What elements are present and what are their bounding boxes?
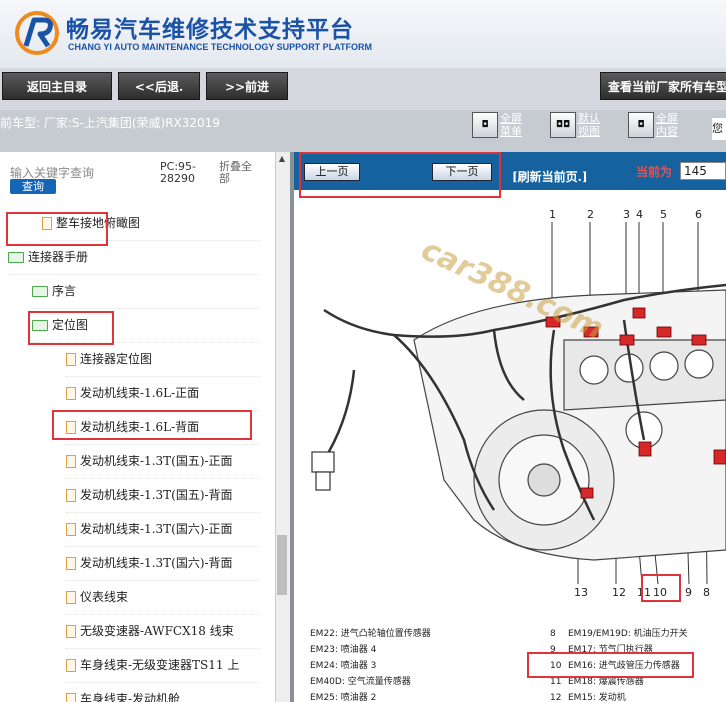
back-button[interactable]: <<后退. xyxy=(118,72,200,100)
highlight-box xyxy=(299,152,501,198)
callout-1: 1 xyxy=(549,208,556,221)
tree-item-label: 发动机线束-1.3T(国五)-背面 xyxy=(80,488,233,502)
tree-item[interactable]: 发动机线束-1.6L-正面 xyxy=(66,377,260,411)
tree-item[interactable]: 车身线束-发动机舱 xyxy=(66,683,260,702)
default-view-button[interactable]: ◘◘ 默认视图 xyxy=(550,112,604,138)
platform-title: 畅易汽车维修技术支持平台 xyxy=(66,17,354,43)
current-page-input[interactable]: 145 xyxy=(680,162,726,180)
legend-item: 8 EM19/EM19D: 机油压力开关 xyxy=(550,629,688,639)
tree-item-label: 序言 xyxy=(52,284,77,298)
highlight-box xyxy=(641,574,681,602)
user-greeting: 您 xyxy=(712,118,726,140)
scroll-up-icon[interactable]: ▲ xyxy=(275,152,289,166)
document-icon xyxy=(66,591,76,604)
fullscreen-content-button[interactable]: ◘ 全屏内容 xyxy=(628,112,682,138)
tree-folder[interactable]: 连接器手册 xyxy=(8,241,260,275)
document-viewer: 上一页 下一页 [刷新当前页.] 当前为 145 1 2 3 4 5 6 13 … xyxy=(294,152,726,702)
info-bar: 前车型: 厂家:S-上汽集团(荣威)RX32019 ◘ 全屏菜单 ◘◘ 默认视图… xyxy=(0,110,726,153)
tree-item-label: 连接器定位图 xyxy=(80,352,153,366)
highlight-box xyxy=(52,410,252,440)
tree-item[interactable]: 车身线束-无级变速器TS11 上 xyxy=(66,649,260,683)
fullscreen-menu-icon: ◘ xyxy=(472,112,498,138)
collapse-all-button[interactable]: 折叠全部 xyxy=(219,161,261,185)
home-button[interactable]: 返回主目录 xyxy=(2,72,112,100)
tree-item-label: 发动机线束-1.3T(国五)-正面 xyxy=(80,454,233,468)
callout-3: 3 xyxy=(623,208,630,221)
callout-13: 13 xyxy=(574,586,588,599)
document-icon xyxy=(66,693,76,702)
tree-item-label: 车身线束-发动机舱 xyxy=(80,692,181,702)
default-view-icon: ◘◘ xyxy=(550,112,576,138)
tree-item-label: 仪表线束 xyxy=(80,590,129,604)
default-view-label: 默认视图 xyxy=(578,112,600,138)
logo-icon xyxy=(15,11,59,55)
platform-subtitle: CHANG YI AUTO MAINTENANCE TECHNOLOGY SUP… xyxy=(68,42,373,52)
search-button[interactable]: 查询 xyxy=(10,179,56,194)
callout-5: 5 xyxy=(660,208,667,221)
highlight-box xyxy=(527,652,694,678)
tree-item-label: 发动机线束-1.3T(国六)-背面 xyxy=(80,556,233,570)
tree-item[interactable]: 连接器定位图 xyxy=(66,343,260,377)
tree-item[interactable]: 无级变速器-AWFCX18 线束 xyxy=(66,615,260,649)
tree-item-label: 连接器手册 xyxy=(28,250,89,264)
fullscreen-menu-button[interactable]: ◘ 全屏菜单 xyxy=(472,112,526,138)
legend-item: EM40D: 空气流量传感器 xyxy=(310,677,411,687)
tree-item-label: 无级变速器-AWFCX18 线束 xyxy=(80,624,234,638)
callouts-top: 1 2 3 4 5 6 xyxy=(549,208,702,221)
tree-item[interactable]: 发动机线束-1.3T(国六)-背面 xyxy=(66,547,260,581)
tree-item[interactable]: 发动机线束-1.3T(国六)-正面 xyxy=(66,513,260,547)
tree-item-label: 发动机线束-1.6L-正面 xyxy=(80,386,200,400)
fullscreen-content-icon: ◘ xyxy=(628,112,654,138)
refresh-page-link[interactable]: [刷新当前页.] xyxy=(512,168,588,185)
tree-item[interactable]: 发动机线束-1.3T(国五)-背面 xyxy=(66,479,260,513)
callout-6: 6 xyxy=(695,208,702,221)
callout-4: 4 xyxy=(636,208,643,221)
callout-9: 9 xyxy=(685,586,692,599)
highlight-box xyxy=(6,212,108,246)
document-icon xyxy=(66,659,76,672)
current-page-label: 当前为 xyxy=(636,165,673,179)
tree-scrollbar[interactable] xyxy=(275,152,290,702)
document-icon xyxy=(66,353,76,366)
tree-item-label: 发动机线束-1.3T(国六)-正面 xyxy=(80,522,233,536)
tree-item[interactable]: 发动机线束-1.3T(国五)-正面 xyxy=(66,445,260,479)
legend-item: EM25: 喷油器 2 xyxy=(310,693,377,702)
folder-icon xyxy=(32,286,48,297)
forward-button[interactable]: >>前进 xyxy=(206,72,288,100)
pc-label: PC:95-28290 xyxy=(160,160,196,185)
folder-icon xyxy=(8,252,24,263)
document-icon xyxy=(66,557,76,570)
legend-item: 12 EM15: 发动机 xyxy=(550,693,626,702)
document-icon xyxy=(66,387,76,400)
view-all-models-button[interactable]: 查看当前厂家所有车型 xyxy=(600,72,726,100)
left-sensor xyxy=(311,451,335,491)
callout-2: 2 xyxy=(587,208,594,221)
tree-folder[interactable]: 序言 xyxy=(32,275,260,309)
legend-item: EM24: 喷油器 3 xyxy=(310,661,377,671)
fullscreen-content-label: 全屏内容 xyxy=(656,112,678,138)
document-icon xyxy=(66,523,76,536)
nav-bar: 返回主目录 <<后退. >>前进 查看当前厂家所有车型 xyxy=(0,68,726,111)
app-header: 畅易汽车维修技术支持平台 CHANG YI AUTO MAINTENANCE T… xyxy=(0,0,726,69)
document-icon xyxy=(66,625,76,638)
tree-item-label: 车身线束-无级变速器TS11 上 xyxy=(80,658,240,672)
current-car-model: 前车型: 厂家:S-上汽集团(荣威)RX32019 xyxy=(0,116,220,130)
highlight-box xyxy=(28,311,114,345)
engine-harness-diagram: 1 2 3 4 5 6 13 12 11 10 9 8 xyxy=(311,208,726,599)
document-icon xyxy=(66,455,76,468)
legend-item: EM23: 喷油器 4 xyxy=(310,645,377,655)
scroll-thumb[interactable] xyxy=(277,535,287,595)
fullscreen-menu-label: 全屏菜单 xyxy=(500,112,522,138)
callout-8: 8 xyxy=(703,586,710,599)
callout-12: 12 xyxy=(612,586,626,599)
legend-item: EM22: 进气凸轮轴位置传感器 xyxy=(310,629,431,639)
tree-item[interactable]: 仪表线束 xyxy=(66,581,260,615)
document-icon xyxy=(66,489,76,502)
